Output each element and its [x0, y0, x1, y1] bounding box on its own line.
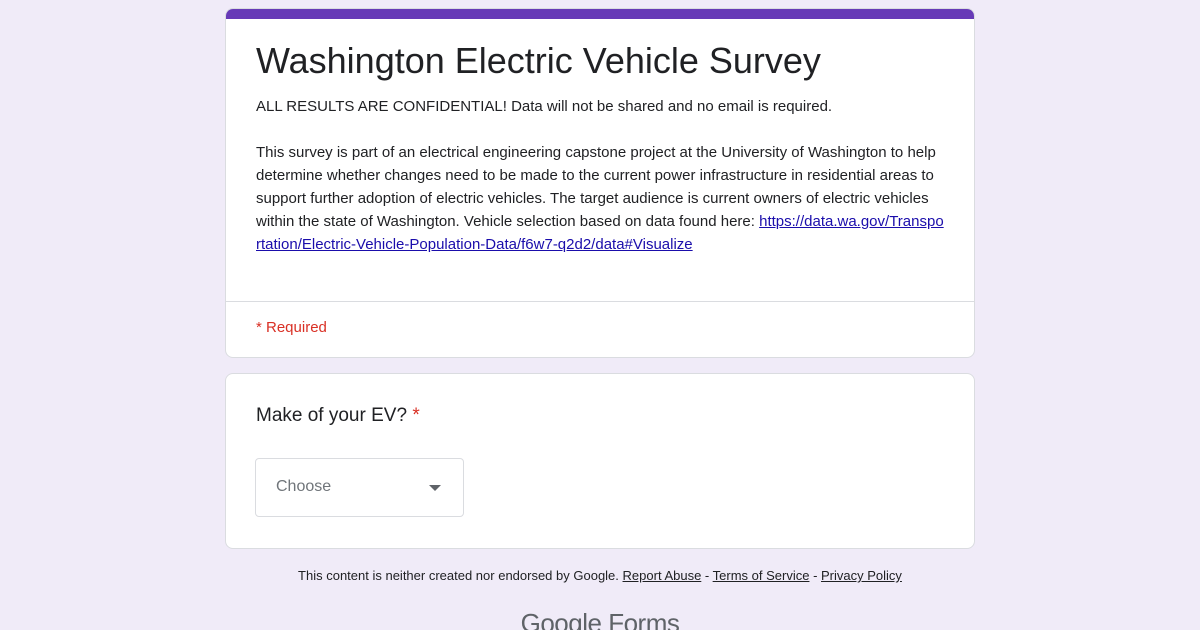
- form-title: Washington Electric Vehicle Survey: [256, 40, 821, 81]
- dropdown-placeholder: Choose: [276, 478, 332, 495]
- report-abuse-link[interactable]: Report Abuse: [623, 568, 702, 583]
- form-header-card: Washington Electric Vehicle Survey ALL R…: [225, 8, 975, 358]
- question-card-ev-make: Make of your EV? * Choose: [225, 373, 975, 549]
- ev-make-dropdown[interactable]: Choose: [255, 458, 464, 517]
- caret-down-icon: [429, 485, 441, 491]
- required-note: * Required: [256, 319, 327, 336]
- question-title-text: Make of your EV?: [256, 405, 408, 426]
- question-title: Make of your EV? *: [256, 404, 420, 428]
- header-divider: [226, 301, 974, 302]
- page: Washington Electric Vehicle Survey ALL R…: [0, 0, 1200, 630]
- form-description: ALL RESULTS ARE CONFIDENTIAL! Data will …: [256, 95, 944, 256]
- privacy-policy-link[interactable]: Privacy Policy: [821, 568, 902, 583]
- footer-disclaimer-text: This content is neither created nor endo…: [298, 568, 619, 583]
- brand-forms: Forms: [608, 608, 680, 630]
- form-header-body: Washington Electric Vehicle Survey ALL R…: [256, 37, 944, 256]
- terms-of-service-link[interactable]: Terms of Service: [713, 568, 810, 583]
- footer-separator: -: [809, 568, 822, 583]
- accent-bar: [226, 9, 974, 19]
- footer-disclaimer: This content is neither created nor endo…: [0, 568, 1200, 583]
- required-star: *: [412, 405, 420, 426]
- google-forms-logo[interactable]: Google Forms: [0, 608, 1200, 630]
- footer-separator: -: [701, 568, 713, 583]
- form-description-text: ALL RESULTS ARE CONFIDENTIAL! Data will …: [256, 98, 936, 230]
- brand-google: Google: [520, 608, 602, 630]
